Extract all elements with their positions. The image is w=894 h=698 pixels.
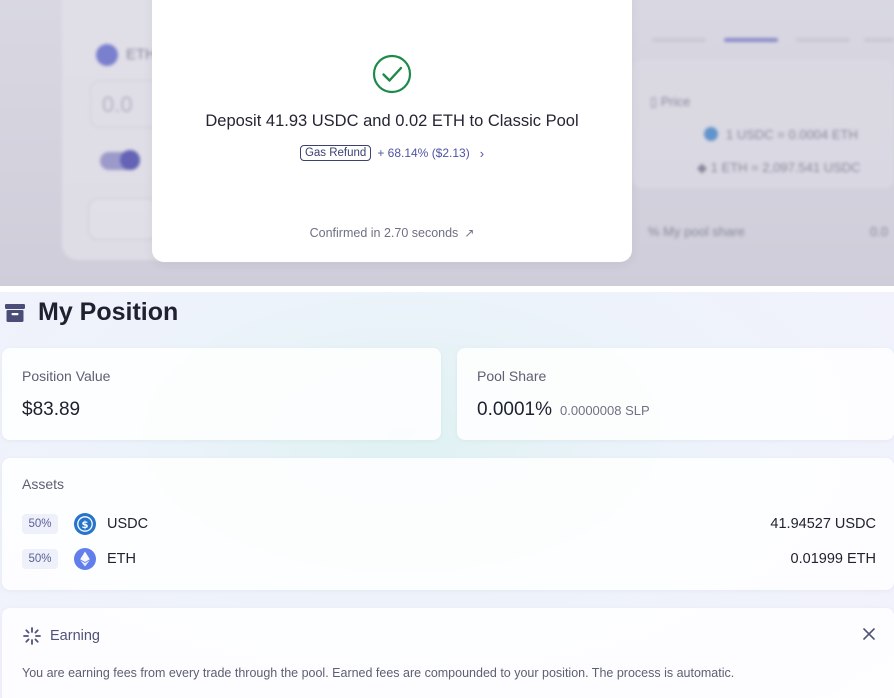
earning-card: Earning You are earning fees from every …	[2, 608, 894, 698]
chevron-right-icon[interactable]: ›	[480, 146, 484, 161]
bg-toggle-knob	[120, 150, 140, 170]
bg-rate-usdc: 1 USDC = 0.0004 ETH	[726, 127, 858, 142]
eth-icon	[74, 548, 96, 570]
asset-percent-badge: 50%	[22, 549, 58, 569]
close-icon[interactable]	[862, 627, 876, 641]
sparkle-icon	[23, 627, 41, 645]
bg-tab-active	[724, 38, 778, 42]
bg-rate-eth: ◆ 1 ETH = 2,097.541 USDC	[697, 160, 861, 175]
position-value-label: Position Value	[22, 368, 111, 384]
bg-tab	[864, 38, 894, 42]
modal-title: Deposit 41.93 USDC and 0.02 ETH to Class…	[205, 112, 579, 130]
position-value: $83.89	[22, 399, 81, 420]
asset-amount: 0.01999 ETH	[790, 551, 876, 567]
bg-pool-share: % My pool share	[648, 224, 745, 239]
gas-refund-row[interactable]: Gas Refund + 68.14% ($2.13) ›	[152, 145, 632, 161]
pool-share-card: Pool Share 0.0001% 0.0000008 SLP	[457, 348, 894, 440]
external-link-icon[interactable]: ↗	[464, 226, 474, 240]
confirmation-text: Confirmed in 2.70 seconds	[309, 226, 459, 240]
position-value-card: Position Value $83.89	[2, 348, 441, 440]
bg-amount-placeholder: 0.0	[102, 92, 133, 117]
bg-tab	[796, 38, 850, 42]
asset-amount: 41.94527 USDC	[770, 516, 876, 532]
bg-button	[88, 198, 158, 240]
asset-row-eth: 50% ETH 0.01999 ETH	[22, 547, 876, 571]
deposit-success-modal: Deposit 41.93 USDC and 0.02 ETH to Class…	[152, 0, 632, 262]
check-circle-icon	[372, 54, 412, 94]
bg-eth-icon	[96, 44, 118, 66]
pool-share-percent: 0.0001%	[477, 399, 553, 420]
my-position-section: My Position Position Value $83.89 Pool S…	[0, 292, 894, 698]
asset-percent-badge: 50%	[22, 514, 58, 534]
bg-pool-share-value: 0.0	[870, 224, 889, 239]
asset-row-usdc: 50% $ USDC 41.94527 USDC	[22, 512, 876, 536]
confirmation-link[interactable]: Confirmed in 2.70 seconds ↗	[152, 226, 632, 240]
assets-label: Assets	[22, 476, 65, 492]
earning-title: Earning	[50, 628, 100, 644]
modal-backdrop: ETH 0.0 ▯ Price 1 USDC = 0.0004 ETH ◆ 1 …	[0, 0, 894, 286]
earning-description: You are earning fees from every trade th…	[22, 666, 735, 680]
earning-header: Earning	[22, 626, 100, 646]
archive-box-icon	[5, 303, 25, 322]
usdc-icon: $	[74, 513, 96, 535]
page-title: My Position	[38, 298, 179, 326]
pool-share-lp: 0.0000008 SLP	[560, 403, 650, 418]
gas-refund-badge: Gas Refund	[299, 145, 372, 161]
assets-card: Assets 50% $ USDC 41.94527 USDC 50% ETH …	[2, 458, 894, 590]
bg-tab	[652, 38, 706, 42]
pool-share-row: 0.0001% 0.0000008 SLP	[477, 399, 650, 421]
bg-price-label: ▯ Price	[650, 94, 691, 109]
pool-share-label: Pool Share	[477, 368, 547, 384]
asset-name: ETH	[107, 551, 136, 567]
asset-name: USDC	[107, 516, 149, 532]
position-header: My Position	[4, 298, 178, 327]
svg-text:$: $	[82, 520, 89, 531]
gas-refund-value: + 68.14% ($2.13)	[377, 146, 470, 160]
bg-usdc-icon	[704, 127, 718, 141]
